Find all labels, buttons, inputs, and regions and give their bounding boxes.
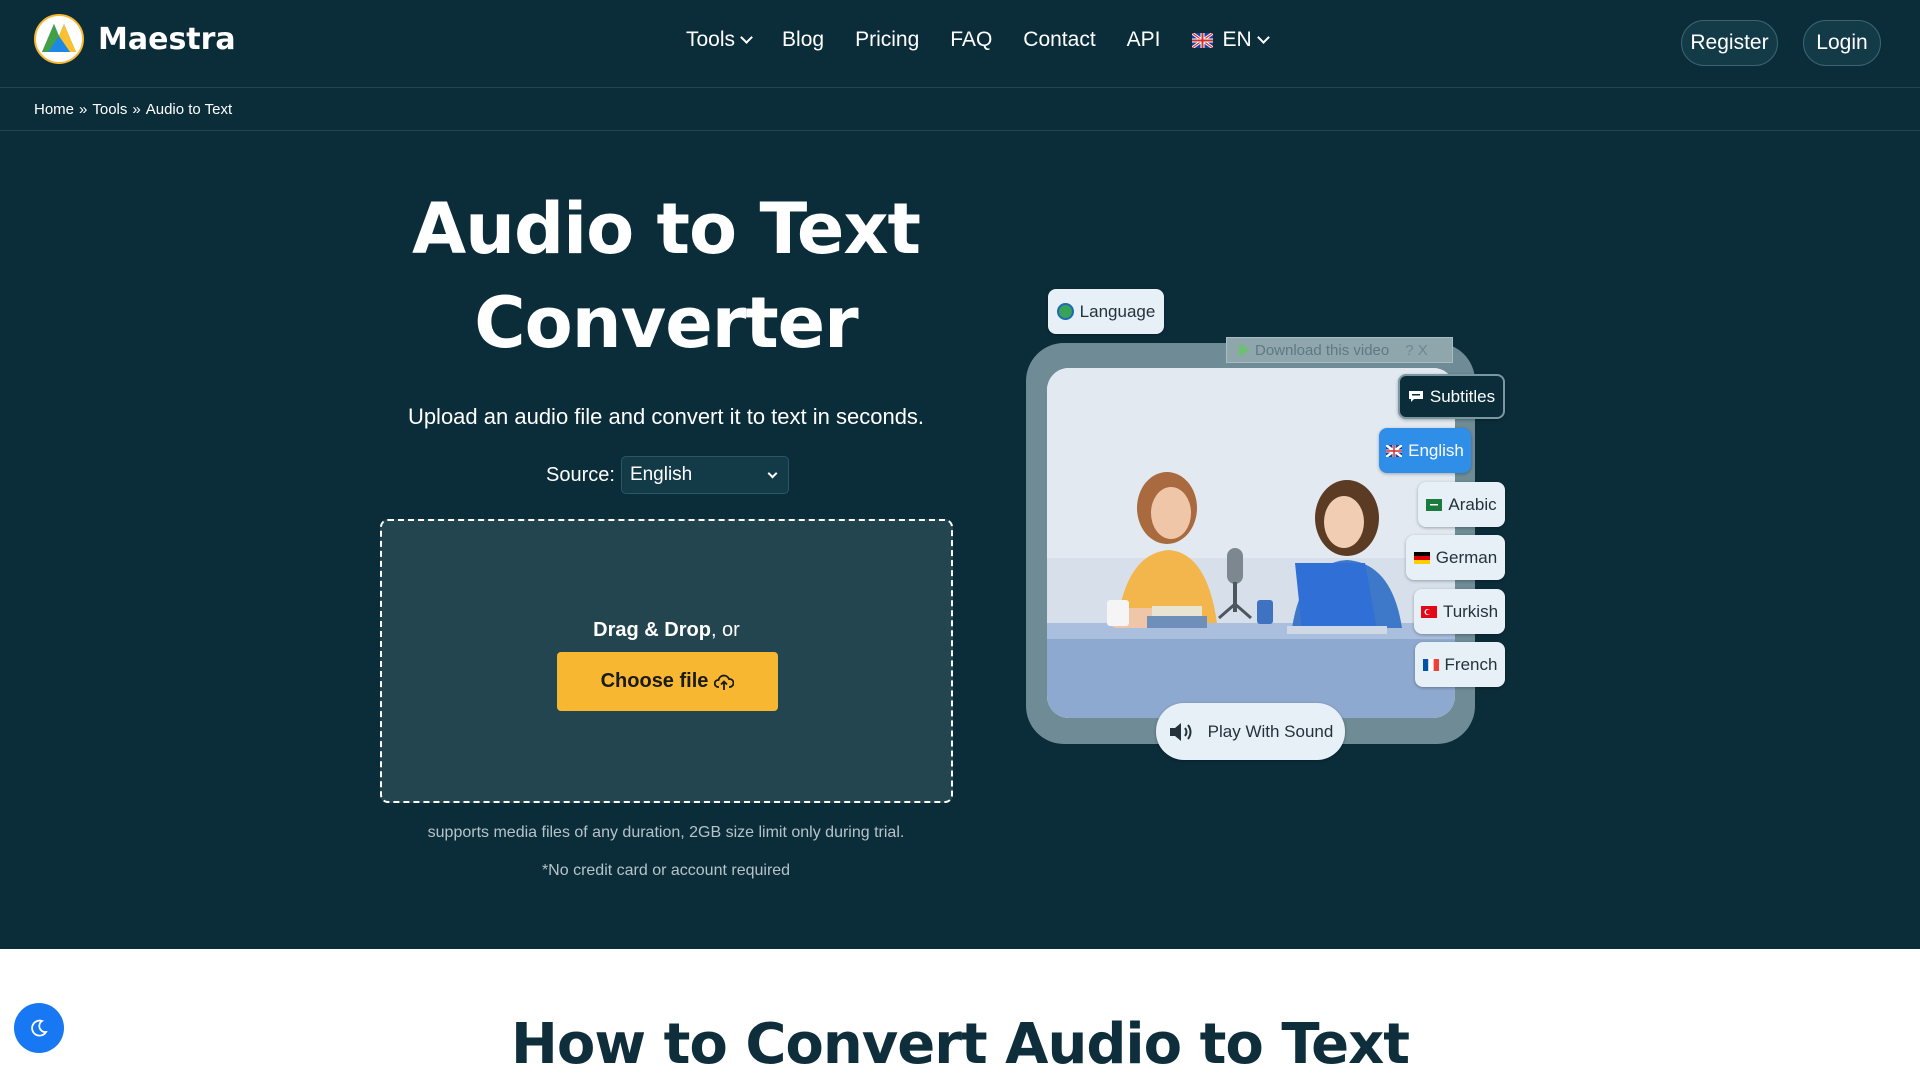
subtitles-chip: Subtitles [1398, 374, 1505, 419]
page-title: Audio to Text Converter [366, 182, 966, 370]
maestra-logo-icon [34, 14, 84, 64]
language-option-english: English [1379, 428, 1471, 473]
chevron-down-icon [740, 30, 753, 44]
dark-mode-toggle[interactable] [14, 1003, 64, 1053]
turkish-flag-icon [1420, 605, 1437, 618]
uk-flag-icon [1386, 444, 1403, 457]
language-option-label: English [1408, 440, 1464, 460]
play-icon [1239, 343, 1250, 357]
language-selector[interactable]: EN [1191, 28, 1270, 52]
breadcrumb-home[interactable]: Home [34, 101, 74, 118]
saudi-flag-icon [1426, 498, 1443, 511]
language-label: EN [1222, 28, 1252, 51]
drag-drop-label: Drag & Drop [593, 619, 711, 641]
uk-flag-icon [1191, 32, 1213, 48]
no-credit-card-note: *No credit card or account required [541, 862, 791, 879]
language-option-french: French [1415, 642, 1505, 687]
nav-api[interactable]: API [1127, 28, 1161, 52]
upload-cloud-icon [714, 674, 735, 690]
choose-file-label: Choose file [600, 670, 709, 692]
source-label: Source: [546, 463, 615, 486]
nav-contact[interactable]: Contact [1023, 28, 1095, 52]
german-flag-icon [1413, 551, 1430, 564]
nav-pricing[interactable]: Pricing [855, 28, 919, 52]
breadcrumb-separator: » [132, 101, 141, 118]
page-title-line2: Converter [474, 282, 858, 364]
breadcrumb-tools[interactable]: Tools [92, 101, 127, 118]
speaker-icon [1169, 722, 1192, 741]
drag-drop-suffix: , or [710, 619, 740, 641]
breadcrumb: Home » Tools » Audio to Text [34, 101, 237, 118]
dropzone-text: Drag & Drop, or [382, 619, 951, 642]
language-option-german: German [1406, 535, 1505, 580]
nav-tools[interactable]: Tools [686, 28, 753, 52]
file-dropzone[interactable]: Drag & Drop, or Choose file [380, 519, 953, 803]
video-scene-illustration [1047, 368, 1455, 718]
chevron-down-icon [767, 468, 778, 478]
language-option-arabic: Arabic [1418, 482, 1505, 527]
subtitles-icon [1408, 391, 1423, 402]
source-select-value: English [629, 464, 693, 485]
moon-icon [31, 1019, 48, 1037]
source-language-select[interactable]: English [620, 456, 789, 494]
main-nav: Tools Blog Pricing FAQ Contact API EN [686, 28, 1299, 52]
breadcrumb-divider [0, 130, 1920, 131]
language-chip-label: Language [1079, 301, 1156, 321]
download-video-bar[interactable]: Download this video ? X [1226, 337, 1453, 363]
download-video-label: Download this video [1255, 341, 1390, 359]
register-button[interactable]: Register [1681, 20, 1778, 66]
chevron-down-icon [1256, 30, 1270, 44]
file-limit-note: supports media files of any duration, 2G… [427, 824, 905, 841]
language-option-label: Arabic [1448, 494, 1497, 514]
language-option-label: German [1435, 547, 1498, 567]
subtitles-chip-label: Subtitles [1429, 386, 1496, 406]
play-with-sound-label: Play With Sound [1207, 721, 1334, 741]
breadcrumb-separator: » [79, 101, 88, 118]
nav-tools-label: Tools [686, 28, 736, 51]
language-option-turkish: Turkish [1414, 589, 1505, 634]
download-bar-controls: ? X [1405, 341, 1428, 359]
nav-faq[interactable]: FAQ [950, 28, 992, 52]
globe-icon [1056, 303, 1074, 320]
page-title-line1: Audio to Text [411, 188, 921, 270]
logo[interactable]: Maestra [34, 12, 236, 66]
play-with-sound-button[interactable]: Play With Sound [1156, 703, 1345, 760]
brand-name: Maestra [98, 21, 236, 57]
breadcrumb-current: Audio to Text [145, 101, 233, 118]
source-language-row: Source: English [546, 456, 789, 494]
language-option-label: French [1444, 654, 1498, 674]
language-chip: Language [1048, 289, 1164, 334]
section-title: How to Convert Audio to Text [511, 1012, 1410, 1077]
choose-file-button[interactable]: Choose file [557, 652, 778, 711]
page-subtitle: Upload an audio file and convert it to t… [407, 404, 925, 429]
language-option-label: Turkish [1442, 601, 1499, 621]
nav-blog[interactable]: Blog [782, 28, 824, 52]
french-flag-icon [1422, 658, 1439, 671]
login-button[interactable]: Login [1803, 20, 1881, 66]
video-preview-image [1047, 368, 1455, 718]
site-header: Maestra Tools Blog Pricing FAQ Contact A… [0, 0, 1920, 88]
